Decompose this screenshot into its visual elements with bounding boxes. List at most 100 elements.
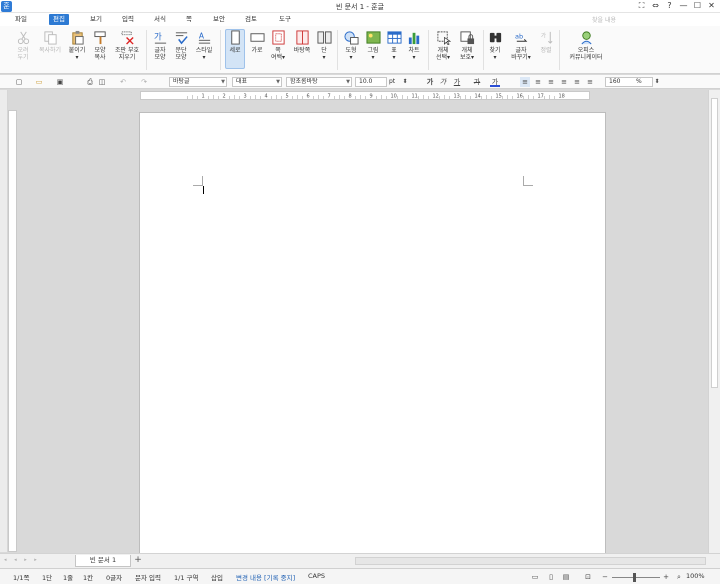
add-tab-button[interactable]: + bbox=[133, 555, 143, 567]
align-left-icon[interactable]: ≡ bbox=[533, 77, 543, 87]
normal-view-icon[interactable]: ▭ bbox=[530, 572, 540, 582]
menu-insert[interactable]: 입력 bbox=[120, 14, 136, 25]
align-distribute-icon[interactable]: ≡ bbox=[572, 77, 582, 87]
align-justify-icon[interactable]: ≡ bbox=[520, 77, 530, 87]
font-color-button[interactable]: 가 bbox=[490, 77, 500, 87]
window-title: 빈 문서 1 - 훈글 bbox=[335, 3, 385, 11]
print-icon[interactable]: ⎙ bbox=[85, 77, 95, 87]
close-button[interactable]: ✕ bbox=[707, 1, 716, 11]
document-area[interactable] bbox=[18, 101, 708, 553]
paragraph-shape-icon bbox=[175, 32, 188, 45]
landscape-icon bbox=[249, 33, 265, 42]
zoom-input[interactable]: 160 bbox=[605, 77, 653, 87]
align-right-icon[interactable]: ≡ bbox=[559, 77, 569, 87]
font-size-spinner-icon[interactable]: ⬍ bbox=[400, 77, 410, 87]
ribbon-separator bbox=[337, 30, 338, 70]
zoom-spinner-icon[interactable]: ⬍ bbox=[652, 77, 662, 87]
minimize-button[interactable]: — bbox=[679, 1, 688, 11]
page-margin-button[interactable]: 쪽 여백▾ bbox=[268, 30, 288, 61]
office-communicator-button[interactable]: 오피스 커뮤니케이터 bbox=[563, 30, 609, 61]
align-divide-icon[interactable]: ≡ bbox=[585, 77, 595, 87]
menu-review[interactable]: 검토 bbox=[243, 14, 259, 25]
tab-navigation-arrows[interactable]: ◂ ◂ ▸ ▸ bbox=[4, 557, 40, 563]
maximize-button[interactable]: ☐ bbox=[693, 1, 702, 11]
italic-button[interactable]: 가 bbox=[438, 77, 448, 87]
font-size-input[interactable]: 10.0 bbox=[355, 77, 387, 87]
fullscreen-icon[interactable]: ⛶ bbox=[637, 1, 646, 11]
new-document-icon[interactable]: ▢ bbox=[14, 77, 24, 87]
strikethrough-button[interactable]: 가 bbox=[472, 77, 482, 87]
horizontal-scrollbar[interactable] bbox=[355, 557, 706, 565]
status-section: 1/1 구역 bbox=[174, 574, 199, 582]
zoom-slider-handle[interactable] bbox=[633, 573, 636, 582]
menu-page[interactable]: 쪽 bbox=[184, 14, 194, 25]
search-input[interactable]: 찾을 내용 bbox=[592, 15, 616, 24]
table-button[interactable]: 표 ▾ bbox=[385, 30, 403, 61]
picture-button[interactable]: 그림 ▾ bbox=[363, 30, 383, 61]
master-page-button[interactable]: 바탕쪽 bbox=[290, 30, 314, 54]
bold-button[interactable]: 가 bbox=[425, 77, 435, 87]
ruler-tick-label: 2 bbox=[223, 94, 226, 100]
chart-button[interactable]: 차트 ▾ bbox=[405, 30, 423, 61]
menu-format[interactable]: 서식 bbox=[152, 14, 168, 25]
open-folder-icon[interactable]: ▭ bbox=[34, 77, 44, 87]
vertical-scrollbar[interactable] bbox=[708, 90, 720, 553]
replace-button[interactable]: ab 글자 바꾸기▾ bbox=[507, 30, 535, 61]
menu-view[interactable]: 보기 bbox=[88, 14, 104, 25]
object-protect-button[interactable]: 개체 보호▾ bbox=[456, 30, 478, 61]
menu-file[interactable]: 파일 bbox=[13, 14, 29, 25]
redo-icon[interactable]: ↷ bbox=[139, 77, 149, 87]
paragraph-style-select[interactable]: 바탕글 ▼ bbox=[169, 77, 227, 87]
status-track-changes[interactable]: 변경 내용 [기록 중지] bbox=[236, 572, 295, 582]
ruler-tick-label: 9 bbox=[370, 94, 373, 100]
style-button[interactable]: A 스타일 ▾ bbox=[193, 30, 215, 61]
style-icon: A bbox=[198, 31, 210, 44]
align-center-icon[interactable]: ≡ bbox=[546, 77, 556, 87]
copy-button[interactable]: 복사하기 bbox=[36, 30, 64, 54]
clear-markup-button[interactable]: 조판 부호 지우기 bbox=[112, 30, 142, 61]
magnifier-icon[interactable]: ⌕ bbox=[674, 572, 684, 582]
landscape-button[interactable]: 가로 bbox=[247, 30, 267, 54]
status-insert-mode[interactable]: 삽입 bbox=[211, 572, 223, 582]
chevron-down-icon: ▼ bbox=[346, 79, 350, 85]
preview-icon[interactable]: ◫ bbox=[97, 77, 107, 87]
paste-button[interactable]: 붙이기 ▾ bbox=[66, 30, 88, 61]
zoom-in-icon[interactable]: + bbox=[661, 572, 671, 582]
master-page-icon bbox=[295, 30, 309, 45]
margin-guide-top-right bbox=[523, 176, 533, 186]
zoom-slider-track[interactable] bbox=[612, 577, 660, 578]
fit-width-icon[interactable]: ⊡ bbox=[583, 572, 593, 582]
menu-tools[interactable]: 도구 bbox=[277, 14, 293, 25]
shape-button[interactable]: 도형 ▾ bbox=[341, 30, 361, 61]
zoom-unit: % bbox=[636, 78, 642, 85]
paragraph-shape-button[interactable]: 문단 모양 bbox=[172, 30, 190, 61]
page-margin-icon bbox=[271, 30, 285, 45]
char-shape-button[interactable]: 가 글자 모양 bbox=[151, 30, 169, 61]
undo-icon[interactable]: ↶ bbox=[118, 77, 128, 87]
find-button[interactable]: 찾기 ▾ bbox=[486, 30, 504, 61]
save-icon[interactable]: ▣ bbox=[55, 77, 65, 87]
sort-button[interactable]: 가 정렬 bbox=[537, 30, 555, 54]
format-painter-button[interactable]: 모양 복사 bbox=[90, 30, 110, 61]
menu-security[interactable]: 보안 bbox=[211, 14, 227, 25]
horizontal-ruler[interactable]: 1 2 3 4 5 6 7 8 9 10 11 12 13 14 15 16 17 18 bbox=[140, 91, 590, 100]
object-select-button[interactable]: 개체 선택▾ bbox=[432, 30, 454, 61]
portrait-button[interactable]: 세로 bbox=[225, 29, 245, 69]
cut-button[interactable]: 오려 두기 bbox=[12, 30, 34, 61]
language-select[interactable]: 대표 ▼ bbox=[232, 77, 282, 87]
vertical-ruler[interactable] bbox=[8, 110, 17, 552]
full-page-view-icon[interactable]: ▤ bbox=[561, 572, 571, 582]
document-page[interactable] bbox=[139, 112, 606, 553]
menu-edit[interactable]: 편집 bbox=[49, 14, 69, 25]
help-icon[interactable]: ? bbox=[665, 1, 674, 11]
columns-button[interactable]: 단 ▾ bbox=[315, 30, 333, 61]
font-select[interactable]: 함초롬바탕 ▼ bbox=[286, 77, 352, 87]
underline-button[interactable]: 가 bbox=[452, 77, 462, 87]
tab-document-1[interactable]: 빈 문서 1 bbox=[75, 555, 131, 567]
picture-icon bbox=[365, 31, 381, 44]
zoom-out-icon[interactable]: − bbox=[600, 572, 610, 582]
vertical-scroll-thumb[interactable] bbox=[711, 98, 718, 388]
split-view-icon[interactable]: ⇔ bbox=[651, 1, 660, 11]
replace-icon: ab bbox=[514, 32, 527, 42]
page-view-icon[interactable]: ▯ bbox=[546, 572, 556, 582]
